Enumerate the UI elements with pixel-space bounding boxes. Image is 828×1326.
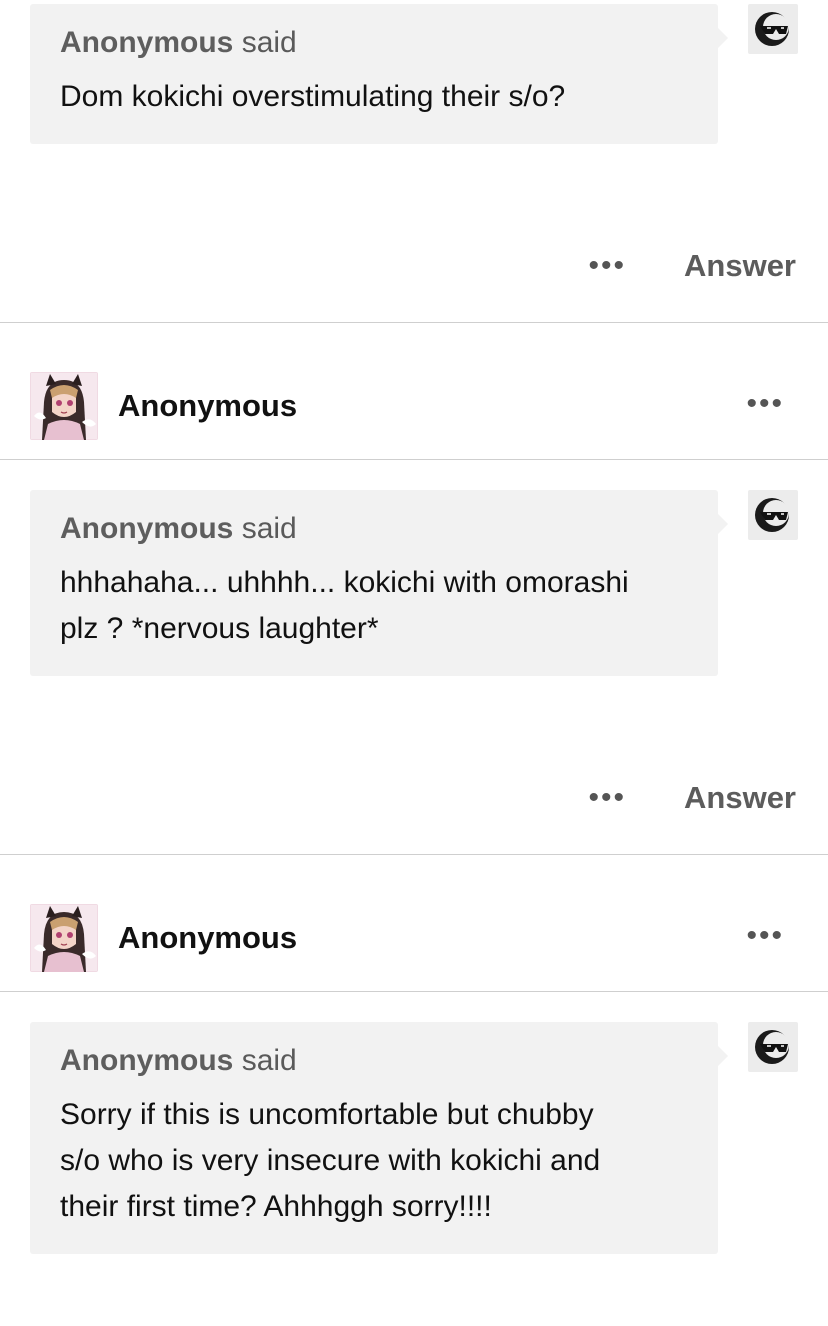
question-line: plz ? *nervous laughter* <box>60 612 379 645</box>
asker-name[interactable]: Anonymous <box>60 512 233 545</box>
post-actions: ••• Answer <box>589 246 797 286</box>
more-options-button[interactable]: ••• <box>589 778 627 818</box>
anime-avatar-icon <box>30 372 98 440</box>
sunglasses-icon <box>755 1030 789 1064</box>
question-text: hhhahaha... uhhhh... kokichi with omoras… <box>60 560 688 652</box>
ask-bubble-2: Anonymous said hhhahaha... uhhhh... koki… <box>30 490 728 676</box>
header-divider <box>0 459 828 460</box>
post-username[interactable]: Anonymous <box>118 388 297 424</box>
post-header: Anonymous ••• <box>0 372 828 440</box>
said-label: said <box>241 26 297 59</box>
ask-bubble-3: Anonymous said Sorry if this is uncomfor… <box>30 1022 728 1254</box>
said-label: said <box>241 512 297 545</box>
question-line: s/o who is very insecure with kokichi an… <box>60 1144 601 1177</box>
post-divider <box>0 322 828 323</box>
ask-bubble-1: Anonymous said Dom kokichi overstimulati… <box>30 4 728 144</box>
post-username[interactable]: Anonymous <box>118 920 297 956</box>
question-line: Sorry if this is uncomfortable but chubb… <box>60 1098 594 1131</box>
answer-button[interactable]: Answer <box>684 246 796 286</box>
post-more-button[interactable]: ••• <box>746 918 784 954</box>
user-avatar[interactable] <box>30 904 98 972</box>
answer-button[interactable]: Answer <box>684 778 796 818</box>
post-more-button[interactable]: ••• <box>746 386 784 422</box>
sunglasses-icon <box>755 12 789 46</box>
ask-attribution: Anonymous said <box>60 512 688 546</box>
asker-name[interactable]: Anonymous <box>60 26 233 59</box>
ask-attribution: Anonymous said <box>60 26 688 60</box>
anonymous-avatar-icon[interactable] <box>748 1022 798 1072</box>
post-divider <box>0 854 828 855</box>
anonymous-avatar-icon[interactable] <box>748 490 798 540</box>
question-line: hhhahaha... uhhhh... kokichi with omoras… <box>60 566 629 599</box>
user-avatar[interactable] <box>30 372 98 440</box>
said-label: said <box>241 1044 297 1077</box>
header-divider <box>0 991 828 992</box>
anonymous-avatar-icon[interactable] <box>748 4 798 54</box>
asker-name[interactable]: Anonymous <box>60 1044 233 1077</box>
post-header: Anonymous ••• <box>0 904 828 972</box>
question-text: Sorry if this is uncomfortable but chubb… <box>60 1092 688 1230</box>
sunglasses-icon <box>755 498 789 532</box>
question-text: Dom kokichi overstimulating their s/o? <box>60 80 566 113</box>
question-line: their first time? Ahhhggh sorry!!!! <box>60 1190 492 1223</box>
post-actions: ••• Answer <box>589 778 797 818</box>
more-options-button[interactable]: ••• <box>589 246 627 286</box>
ask-attribution: Anonymous said <box>60 1044 688 1078</box>
anime-avatar-icon <box>30 904 98 972</box>
